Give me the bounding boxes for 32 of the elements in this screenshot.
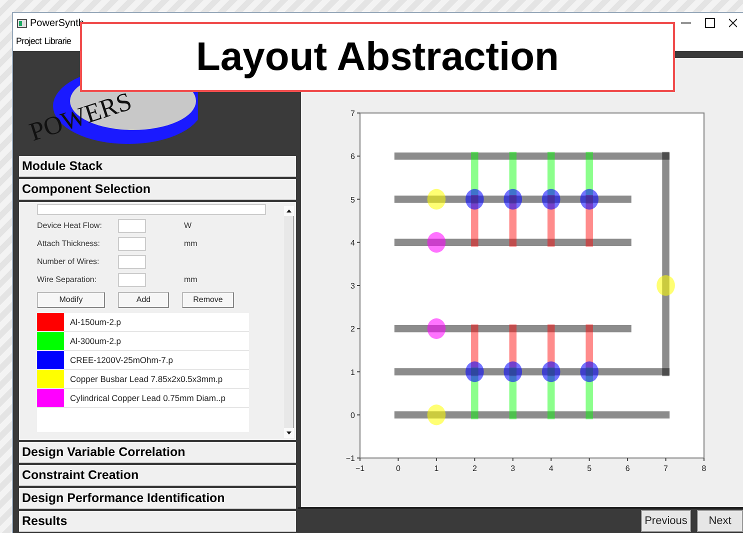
tick-label: 3 bbox=[350, 282, 355, 290]
slide-title: Layout Abstraction bbox=[80, 22, 675, 92]
unit-label: W bbox=[184, 220, 192, 232]
tick-label: −1 bbox=[355, 464, 365, 473]
tick-label: 4 bbox=[350, 238, 355, 248]
tick-label: 2 bbox=[472, 464, 477, 473]
component-name: Al-300um-2.p bbox=[70, 334, 122, 348]
tick-label: 7 bbox=[350, 109, 355, 118]
component-name: CREE-1200V-25mOhm-7.p bbox=[70, 354, 173, 366]
component-name: Copper Busbar Lead 7.85x2x0.5x3mm.p bbox=[70, 372, 223, 386]
unit-label: mm bbox=[184, 238, 198, 250]
tick-label: 1 bbox=[434, 464, 439, 473]
tick-label: 6 bbox=[350, 152, 355, 162]
field-label: Number of Wires: bbox=[37, 256, 100, 268]
tick-label: 5 bbox=[587, 464, 592, 473]
field-label: Device Heat Flow: bbox=[37, 220, 103, 232]
tick-label: −1 bbox=[346, 454, 355, 463]
tick-label: 2 bbox=[350, 324, 355, 334]
tick-label: 6 bbox=[625, 464, 630, 473]
tick-label: 0 bbox=[350, 410, 355, 420]
field-label: Wire Separation: bbox=[37, 274, 98, 286]
component-name: Cylindrical Copper Lead 0.75mm Diam..p bbox=[70, 392, 226, 404]
tick-label: 8 bbox=[702, 464, 706, 473]
tick-label: 1 bbox=[350, 368, 355, 377]
unit-label: mm bbox=[184, 274, 198, 286]
tick-label: 7 bbox=[664, 464, 668, 473]
tick-label: 5 bbox=[350, 195, 355, 204]
field-label: Attach Thickness: bbox=[37, 238, 101, 250]
component-name: Al-150um-2.p bbox=[70, 316, 122, 328]
tick-label: 3 bbox=[510, 464, 516, 473]
tick-label: 4 bbox=[548, 464, 554, 473]
tick-label: 0 bbox=[396, 464, 400, 473]
